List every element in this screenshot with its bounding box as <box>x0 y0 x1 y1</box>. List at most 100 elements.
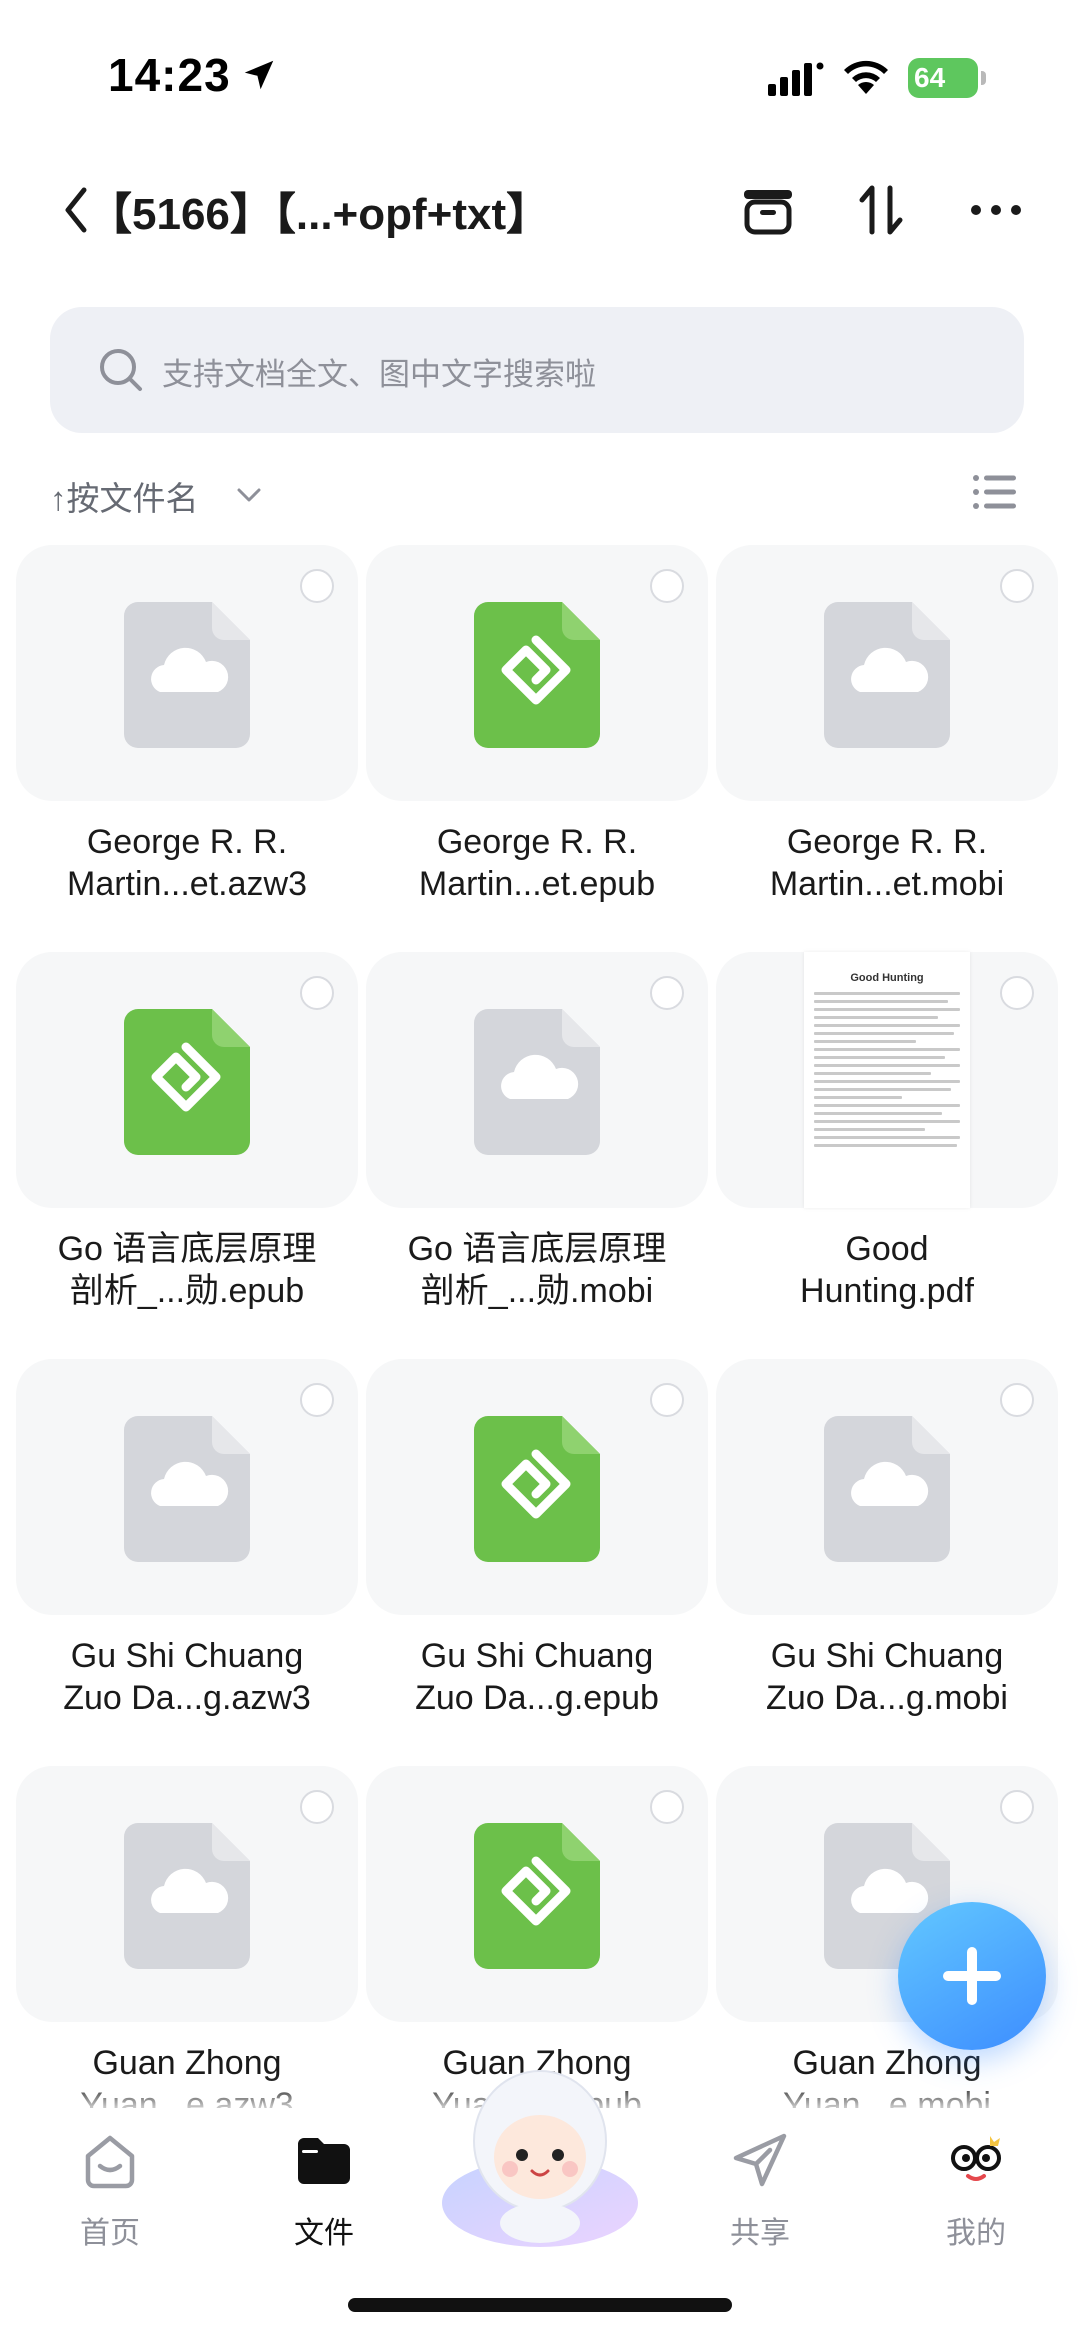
select-checkbox[interactable] <box>1000 1790 1034 1824</box>
file-name: Good Hunting.pdf <box>716 1228 1058 1312</box>
file-tile[interactable]: Good Hunting Good Hunting.pdf <box>716 952 1058 1332</box>
file-name-line1: George R. R. <box>86 823 288 861</box>
sort-by-filename-button[interactable]: ↑按文件名 <box>50 472 199 520</box>
file-thumbnail <box>366 952 708 1208</box>
file-name-line1: Gu Shi Chuang <box>70 1637 304 1675</box>
tab-files-label: 文件 <box>294 2217 354 2250</box>
file-name: George R. R. Martin...et.azw3 <box>16 821 358 905</box>
more-dots-icon[interactable] <box>964 178 1028 242</box>
file-thumbnail <box>16 1359 358 1615</box>
file-tile[interactable]: Gu Shi Chuang Zuo Da...g.epub <box>366 1359 708 1739</box>
file-tile[interactable]: George R. R. Martin...et.mobi <box>716 545 1058 925</box>
cloud-file-icon <box>474 1009 600 1155</box>
select-checkbox[interactable] <box>650 1790 684 1824</box>
file-name: George R. R. Martin...et.epub <box>366 821 708 905</box>
file-name-line2: Yuan...e.mobi <box>783 2086 991 2110</box>
status-time: 14:23 <box>108 49 231 101</box>
tab-bar: 首页 文件 共享 我的 <box>0 2070 1080 2341</box>
folder-icon <box>298 2138 350 2184</box>
pdf-preview: Good Hunting <box>804 952 970 1208</box>
file-name-line1: Gu Shi Chuang <box>770 1637 1004 1675</box>
select-checkbox[interactable] <box>650 976 684 1010</box>
file-tile[interactable]: Gu Shi Chuang Zuo Da...g.azw3 <box>16 1359 358 1739</box>
epub-file-icon <box>474 602 600 748</box>
tab-home-label: 首页 <box>80 2217 140 2250</box>
header: 【5166】【...+opf+txt】 <box>0 160 1080 260</box>
search-bar[interactable]: 支持文档全文、图中文字搜索啦 <box>50 307 1024 433</box>
tab-share-label: 共享 <box>730 2217 790 2250</box>
file-thumbnail <box>16 952 358 1208</box>
file-name-line2: Martin...et.mobi <box>769 865 1005 903</box>
cloud-file-icon <box>124 1416 250 1562</box>
file-thumbnail <box>366 1766 708 2022</box>
epub-file-icon <box>124 1009 250 1155</box>
file-grid: George R. R. Martin...et.azw3 George R. R.… <box>0 545 1080 2110</box>
file-name: George R. R. Martin...et.mobi <box>716 821 1058 905</box>
file-name: Gu Shi Chuang Zuo Da...g.mobi <box>716 1635 1058 1719</box>
cloud-file-icon <box>124 602 250 748</box>
file-name-line2: Zuo Da...g.epub <box>415 1679 659 1717</box>
file-tile[interactable]: George R. R. Martin...et.azw3 <box>16 545 358 925</box>
file-name: Go 语言底层原理 剖析_...勋.mobi <box>366 1228 708 1312</box>
file-tile[interactable]: Go 语言底层原理 剖析_...勋.epub <box>16 952 358 1332</box>
cloud-file-icon <box>124 1823 250 1969</box>
file-name: Guan Zhong Yuan...e.azw3 <box>16 2042 358 2110</box>
file-tile[interactable]: Go 语言底层原理 剖析_...勋.mobi <box>366 952 708 1332</box>
file-name-line2: Hunting.pdf <box>800 1272 974 1310</box>
home-indicator <box>348 2298 732 2312</box>
cloud-file-icon <box>824 1416 950 1562</box>
cellular-signal-icon <box>768 62 824 96</box>
file-thumbnail <box>16 1766 358 2022</box>
pdf-preview-title: Good Hunting <box>850 972 924 984</box>
tab-mine-label: 我的 <box>946 2217 1006 2250</box>
file-name-line2: Zuo Da...g.azw3 <box>63 1679 311 1717</box>
wifi-icon <box>844 60 888 94</box>
tab-share[interactable]: 共享 <box>680 2128 840 2250</box>
sort-arrows-icon[interactable] <box>850 178 914 242</box>
file-thumbnail <box>366 1359 708 1615</box>
select-checkbox[interactable] <box>650 1383 684 1417</box>
select-checkbox[interactable] <box>1000 569 1034 603</box>
list-view-icon[interactable] <box>972 472 1016 512</box>
file-name-line1: Gu Shi Chuang <box>420 1637 654 1675</box>
paper-plane-icon <box>733 2133 787 2187</box>
select-checkbox[interactable] <box>300 1383 334 1417</box>
tab-home[interactable]: 首页 <box>30 2128 190 2250</box>
epub-file-icon <box>474 1823 600 1969</box>
file-name-line1: Guan Zhong <box>92 2044 282 2082</box>
tab-mine[interactable]: 我的 <box>896 2128 1056 2250</box>
battery-icon: 64 <box>908 58 986 98</box>
epub-file-icon <box>474 1416 600 1562</box>
select-checkbox[interactable] <box>1000 976 1034 1010</box>
select-checkbox[interactable] <box>300 1790 334 1824</box>
file-name-line1: Go 语言底层原理 <box>57 1230 317 1268</box>
file-tile[interactable]: George R. R. Martin...et.epub <box>366 545 708 925</box>
select-checkbox[interactable] <box>1000 1383 1034 1417</box>
file-name-line2: Martin...et.azw3 <box>67 865 307 903</box>
archive-box-icon[interactable] <box>736 178 800 242</box>
home-face-icon <box>85 2135 135 2189</box>
select-checkbox[interactable] <box>300 569 334 603</box>
file-thumbnail <box>716 545 1058 801</box>
tab-files[interactable]: 文件 <box>244 2128 404 2250</box>
battery-level: 64 <box>908 58 978 98</box>
select-checkbox[interactable] <box>650 569 684 603</box>
add-button[interactable] <box>898 1902 1046 2050</box>
chevron-down-icon[interactable] <box>234 480 264 510</box>
file-name-line1: Good <box>845 1230 929 1268</box>
file-tile[interactable]: Guan Zhong Yuan...e.azw3 <box>16 1766 358 2110</box>
file-name: Gu Shi Chuang Zuo Da...g.epub <box>366 1635 708 1719</box>
location-arrow-icon <box>244 60 274 90</box>
cloud-file-icon <box>824 602 950 748</box>
file-name-line1: Guan Zhong <box>792 2044 982 2082</box>
file-name-line1: George R. R. <box>436 823 638 861</box>
mascot-avatar-icon[interactable] <box>440 2053 640 2253</box>
select-checkbox[interactable] <box>300 976 334 1010</box>
file-name-line2: Yuan...e.azw3 <box>80 2086 294 2110</box>
file-tile[interactable]: Gu Shi Chuang Zuo Da...g.mobi <box>716 1359 1058 1739</box>
file-name-line1: Go 语言底层原理 <box>407 1230 667 1268</box>
file-thumbnail <box>366 545 708 801</box>
file-name-line2: Martin...et.epub <box>418 865 656 903</box>
file-name-line2: 剖析_...勋.epub <box>69 1272 305 1310</box>
file-thumbnail: Good Hunting <box>716 952 1058 1208</box>
